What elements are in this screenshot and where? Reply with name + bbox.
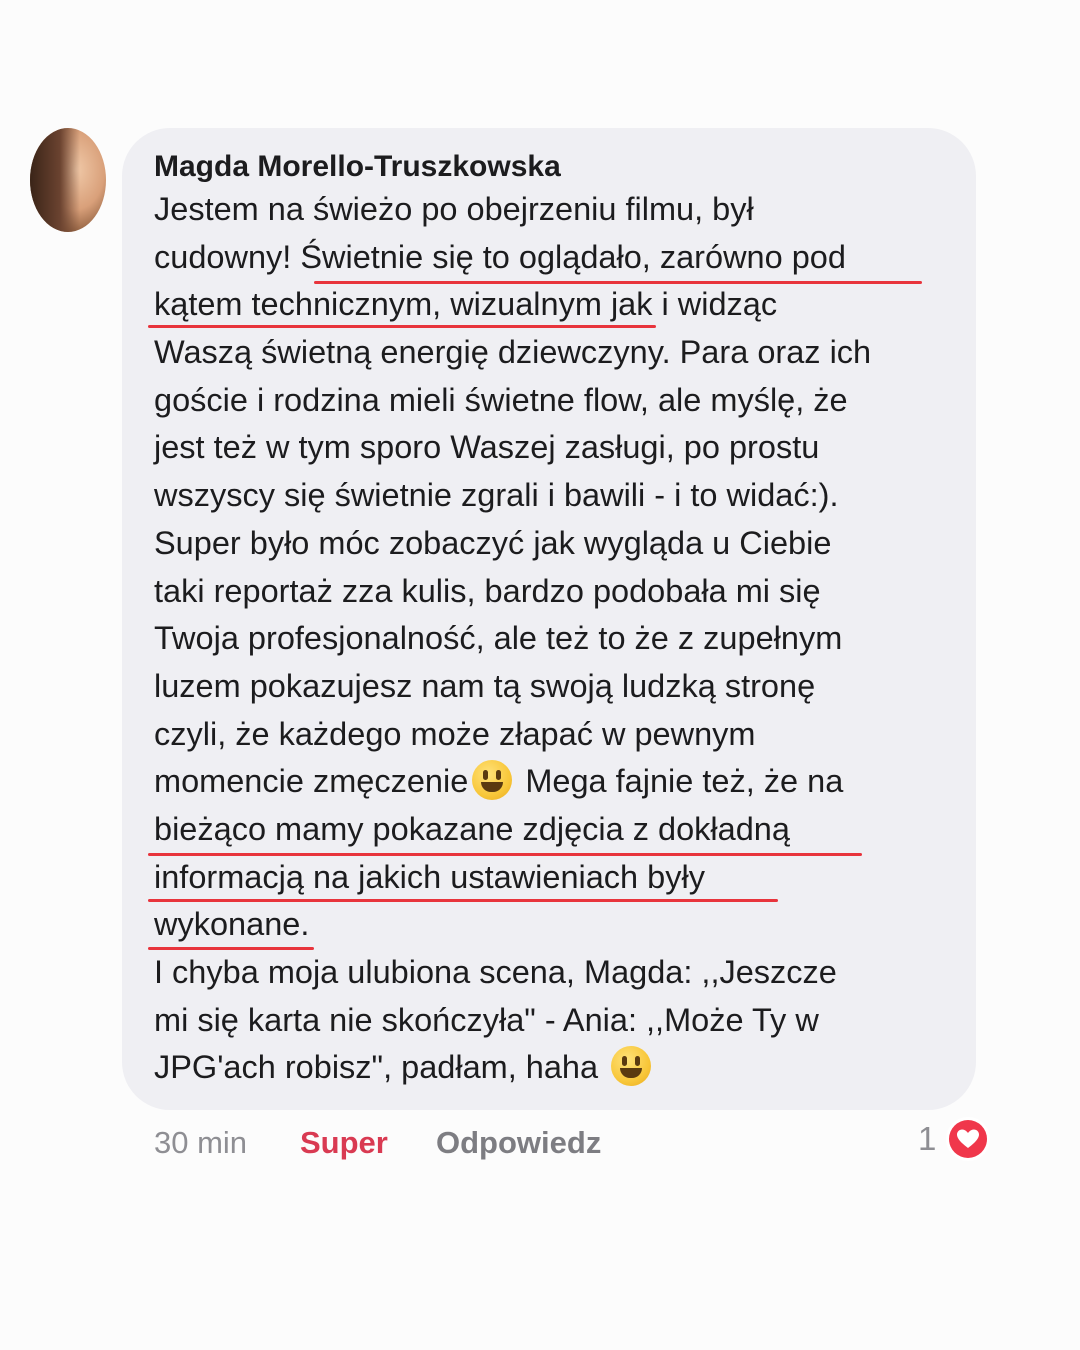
comment-line: taki reportaż zza kulis, bardzo podobała… xyxy=(154,572,821,609)
comment-timestamp: 30 min xyxy=(154,1125,248,1160)
comment-line-part: momencie zmęczenie xyxy=(154,763,469,800)
comment-line: wykonane. xyxy=(154,906,310,943)
comment-line: momencie zmęczenie Mega fajnie też, że n… xyxy=(154,758,871,806)
comment-line: goście i rodzina mieli świetne flow, ale… xyxy=(154,381,848,418)
comment-line: bieżąco mamy pokazane zdjęcia z dokładną xyxy=(154,810,790,847)
smiley-emoji-icon xyxy=(611,1046,652,1087)
comment-line: czyli, że każdego może złapać w pewnym xyxy=(154,715,756,752)
highlight-underline xyxy=(314,281,922,284)
comment-line: Jestem na świeżo po obejrzeniu filmu, by… xyxy=(154,191,754,227)
avatar-hair xyxy=(30,128,80,232)
heart-icon[interactable] xyxy=(946,1117,990,1161)
comment-line: jest też w tym sporo Waszej zasługi, po … xyxy=(154,429,820,466)
comment-line: I chyba moja ulubiona scena, Magda: ,,Je… xyxy=(154,954,837,990)
reply-button[interactable]: Odpowiedz xyxy=(436,1125,601,1161)
comment-line-part: Mega fajnie też, że na xyxy=(525,763,844,800)
comment-line: kątem technicznym, wizualnym jak i widzą… xyxy=(154,286,778,323)
comment-text: Jestem na świeżo po obejrzeniu filmu, by… xyxy=(154,186,871,1092)
highlight-underline xyxy=(148,947,314,950)
comment-line: Super było móc zobaczyć jak wygląda u Ci… xyxy=(154,524,832,561)
reaction-button[interactable]: Super xyxy=(300,1125,388,1161)
comment-line: Waszą świetną energię dziewczyny. Para o… xyxy=(154,334,872,371)
comment-line: wszyscy się świetnie zgrali i bawili - i… xyxy=(154,477,839,514)
comment-line: cudowny! Świetnie się to oglądało, zarów… xyxy=(154,238,846,275)
heart-icon-graphic xyxy=(949,1120,987,1158)
comment-line: luzem pokazujesz nam tą swoją ludzką str… xyxy=(154,667,816,704)
reaction-count[interactable]: 1 xyxy=(918,1120,936,1158)
highlight-underline xyxy=(148,853,862,856)
highlight-underline xyxy=(148,899,778,902)
smiley-emoji-icon xyxy=(472,760,513,801)
comment-line: JPG'ach robisz", padłam, haha xyxy=(154,1044,871,1092)
highlight-underline xyxy=(148,325,656,328)
comment-line-part: JPG'ach robisz", padłam, haha xyxy=(154,1049,599,1086)
comment-line: Twoja profesjonalność, ale też to że z z… xyxy=(154,620,843,657)
avatar[interactable] xyxy=(30,128,106,232)
comment-author[interactable]: Magda Morello-Truszkowska xyxy=(154,150,561,184)
comment-line: mi się karta nie skończyła" - Ania: ,,Mo… xyxy=(154,1001,819,1038)
comment-line: informacją na jakich ustawieniach były xyxy=(154,858,705,895)
